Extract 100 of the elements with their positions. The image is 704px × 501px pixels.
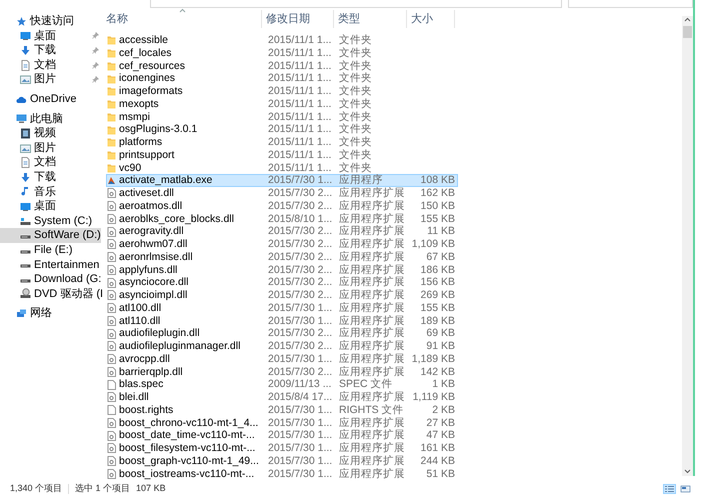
file-row[interactable]: accessible 2015/11/1 1... 文件夹 [106,34,458,47]
file-name: asyncioimpl.dll [119,290,188,301]
file-row[interactable]: applyfuns.dll 2015/7/30 2... 应用程序扩展 186 KB [106,264,458,276]
column-header[interactable]: 修改日期 [262,10,334,28]
sidebar-item[interactable]: DVD 驱动器 (I [0,286,101,302]
file-name: boost_iostreams-vc110-mt-... [119,468,254,480]
file-name: aerohwm07.dll [119,239,188,250]
gear-document-icon [107,239,116,250]
file-row[interactable]: aerohwm07.dll 2015/7/30 2... 应用程序扩展 1,109 KB [106,238,458,251]
column-header[interactable]: 类型 [334,10,407,28]
tiles-view-button[interactable] [679,484,692,494]
file-row[interactable]: imageformats 2015/11/1 1... 文件夹 [106,85,458,98]
file-row[interactable]: aerogravity.dll 2015/7/30 2... 应用程序扩展 11 KB [106,225,458,238]
sidebar-item[interactable]: 文档 [0,155,101,170]
file-row[interactable]: cef_locales 2015/11/1 1... 文件夹 [106,46,458,60]
file-size: 1,189 KB [410,354,455,364]
file-row[interactable]: boost_date_time-vc110-mt-... 2015/7/30 1... 应用程序扩展 47 KB [106,429,458,442]
file-row[interactable]: printsupport 2015/11/1 1... 文件夹 [106,148,458,162]
file-date: 2015/11/1 1... [267,112,332,122]
file-row[interactable]: aeronrlmsise.dll 2015/7/30 2... 应用程序扩展 67 KB [106,250,458,264]
sidebar-item[interactable]: SoftWare (D:) [0,228,101,243]
file-row[interactable]: asyncioimpl.dll 2015/7/30 2... 应用程序扩展 269 KB [106,289,458,302]
file-size: 161 KB [420,443,455,454]
file-date: 2015/7/30 1... [267,354,334,364]
scroll-thumb[interactable] [683,26,692,38]
file-row[interactable]: cef_resources 2015/11/1 1... 文件夹 [106,60,458,72]
file-row[interactable]: activate_matlab.exe 2015/7/30 1... 应用程序 108 KB [106,174,458,187]
file-row[interactable]: atl100.dll 2015/7/30 1... 应用程序扩展 155 KB [106,302,458,314]
gear-document-icon [107,354,116,364]
file-date: 2015/7/30 2... [267,226,334,237]
gear-document-icon [107,226,116,237]
file-row[interactable]: atl110.dll 2015/7/30 1... 应用程序扩展 189 KB [106,314,458,328]
file-row[interactable]: audiofilepluginmanager.dll 2015/7/30 2... 应用程序扩展 91 KB [106,340,458,353]
file-row[interactable]: aeroblks_core_blocks.dll 2015/8/10 1... 应用程序扩展 155 KB [106,212,458,226]
file-row[interactable]: msmpi 2015/11/1 1... 文件夹 [106,110,458,124]
sidebar-item[interactable]: 桌面 [0,28,101,44]
sidebar-item[interactable]: 图片 [0,72,101,87]
sidebar-item[interactable]: 下载 [0,43,101,58]
file-type: 应用程序扩展 [338,264,406,276]
file-row[interactable]: boost_chrono-vc110-mt-1_4... 2015/7/30 1... 应用程序扩展 27 KB [106,416,458,430]
folder-icon [107,35,116,46]
details-view-button[interactable] [663,484,676,494]
file-date: 2015/11/1 1... [267,73,332,84]
scroll-down-icon[interactable] [684,469,691,474]
file-row[interactable]: boost_filesystem-vc110-mt-... 2015/7/30 1... 应用程序扩展 161 KB [106,442,458,455]
sidebar-item[interactable]: 音乐 [0,184,101,200]
file-row[interactable]: platforms 2015/11/1 1... 文件夹 [106,136,458,149]
pin-icon[interactable] [92,62,99,69]
file-row[interactable]: boost_iostreams-vc110-mt-... 2015/7/30 1... 应用程序扩展 51 KB [106,468,458,480]
file-size: 155 KB [420,214,455,224]
file-row[interactable]: mexopts 2015/11/1 1... 文件夹 [106,98,458,110]
sidebar-item[interactable]: 文档 [0,58,101,72]
file-row[interactable]: asynciocore.dll 2015/7/30 2... 应用程序扩展 156 KB [106,276,458,289]
file-row[interactable]: vc90 2015/11/1 1... 文件夹 [106,162,458,174]
file-row[interactable]: boost_graph-vc110-mt-1_49... 2015/7/30 1... 应用程序扩展 244 KB [106,454,458,468]
sidebar-item[interactable]: System (C:) [0,214,101,228]
pin-icon[interactable] [92,76,99,84]
file-date: 2015/7/30 1... [267,316,334,326]
file-row[interactable]: activeset.dll 2015/7/30 2... 应用程序扩展 162 KB [106,187,458,200]
sidebar-item[interactable]: 网络 [0,306,101,321]
pin-icon[interactable] [92,32,99,40]
file-type: 文件夹 [338,98,373,110]
monitor-icon [20,30,31,42]
file-row[interactable]: avrocpp.dll 2015/7/30 1... 应用程序扩展 1,189 KB [106,352,458,366]
star-icon [16,16,27,27]
file-row[interactable]: aeroatmos.dll 2015/7/30 2... 应用程序扩展 150 KB [106,200,458,212]
file-name: platforms [119,137,162,148]
file-size: 150 KB [420,200,455,212]
file-row[interactable]: blei.dll 2015/8/4 17... 应用程序扩展 1,119 KB [106,391,458,404]
file-date: 2009/11/13 ... [267,379,332,390]
sidebar-item[interactable]: 下载 [0,170,101,185]
column-header[interactable]: 名称 [102,10,262,28]
sidebar-item[interactable]: File (E:) [0,242,101,258]
sidebar-item[interactable]: OneDrive [0,92,101,107]
sidebar-item[interactable]: Download (G: [0,272,101,287]
sidebar-item[interactable]: 快速访问 [0,14,101,29]
drive-icon [20,278,31,283]
sidebar-item[interactable]: 此电脑 [0,112,101,126]
file-row[interactable]: barrierqplp.dll 2015/7/30 2... 应用程序扩展 142 KB [106,366,458,378]
scroll-up-icon[interactable] [684,17,691,22]
file-size: 91 KB [425,341,455,352]
file-size: 69 KB [425,328,455,339]
scrollbar[interactable] [682,16,693,476]
column-header[interactable]: 大小 [407,10,455,28]
file-row[interactable]: blas.spec 2009/11/13 ... SPEC 文件 1 KB [106,378,458,391]
file-type: 应用程序扩展 [338,366,406,378]
sidebar-item[interactable]: Entertainmen [0,258,101,272]
file-row[interactable]: boost.rights 2015/7/30 1... RIGHTS 文件 2 KB [106,404,458,416]
pin-icon[interactable] [92,46,99,54]
sidebar-item[interactable]: 图片 [0,140,101,156]
file-row[interactable]: osgPlugins-3.0.1 2015/11/1 1... 文件夹 [106,123,458,136]
file-row[interactable]: audiofileplugin.dll 2015/7/30 2... 应用程序扩展 69 KB [106,327,458,340]
sidebar-item[interactable]: 桌面 [0,199,101,214]
file-type: 文件夹 [338,112,373,122]
folder-icon [107,86,116,96]
file-name: activate_matlab.exe [119,175,212,186]
file-row[interactable]: iconengines 2015/11/1 1... 文件夹 [106,72,458,85]
file-date: 2015/7/30 2... [267,277,334,288]
file-name: cef_locales [119,48,172,58]
sidebar-item[interactable]: 视频 [0,126,101,141]
